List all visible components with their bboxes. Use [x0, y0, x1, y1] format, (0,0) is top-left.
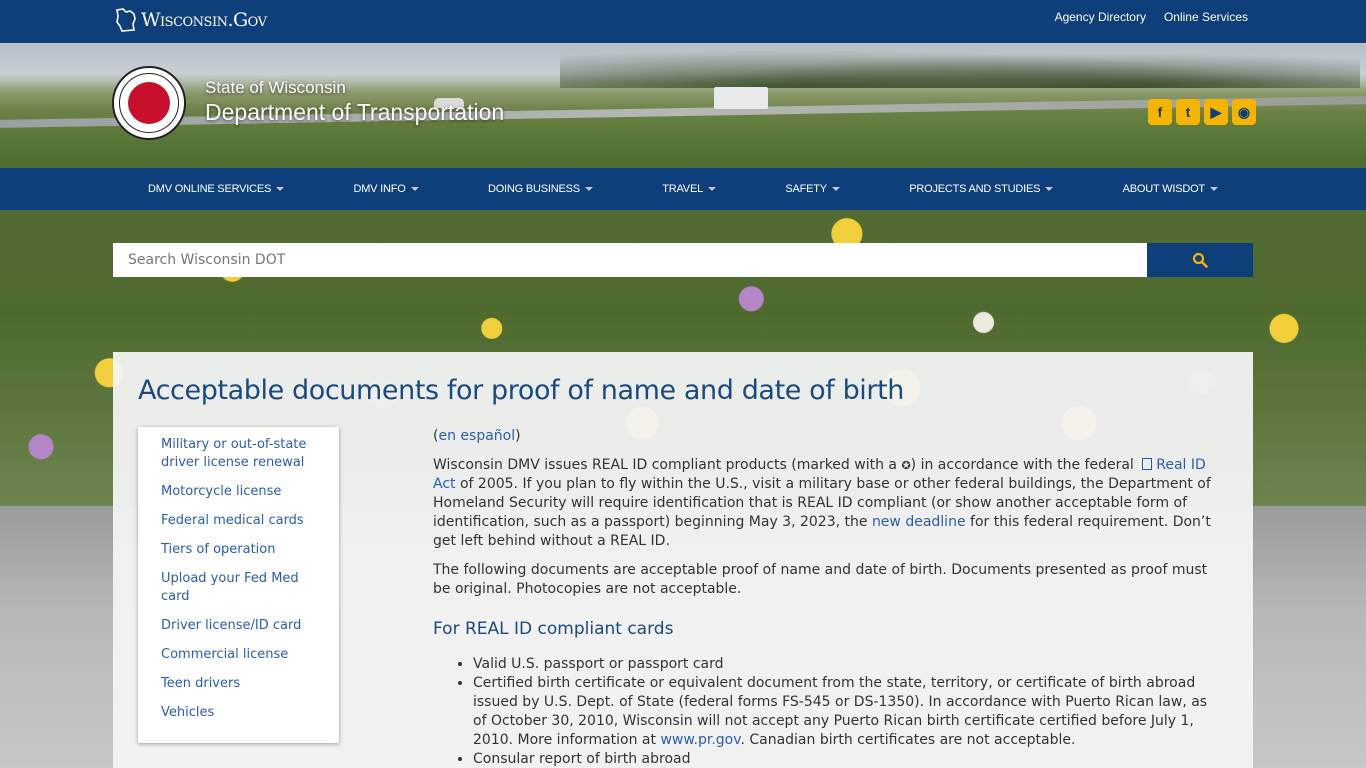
state-name: State of Wisconsin: [205, 78, 346, 97]
caret-down-icon: [410, 187, 419, 192]
nav-dmv-online-services[interactable]: DMV ONLINE SERVICES: [114, 168, 318, 210]
caret-down-icon: [1045, 187, 1054, 192]
content-panel: Acceptable documents for proof of name a…: [113, 352, 1253, 768]
main-nav: DMV ONLINE SERVICES DMV INFO DOING BUSIN…: [0, 168, 1366, 210]
sidenav-item-vehicles[interactable]: Vehicles: [161, 704, 321, 722]
sidenav-item-military-renewal[interactable]: Military or out-of-state driver license …: [161, 436, 321, 472]
caret-down-icon: [584, 187, 593, 192]
header-banner: State of Wisconsin Department of Transpo…: [0, 43, 1366, 168]
wisdot-seal-logo[interactable]: [112, 66, 186, 140]
social-links: f t ▶ ◉: [1148, 99, 1256, 125]
online-services-link[interactable]: Online Services: [1164, 10, 1248, 24]
search-button[interactable]: [1147, 243, 1253, 277]
sidenav-item-motorcycle-license[interactable]: Motorcycle license: [161, 483, 321, 501]
caret-down-icon: [1209, 187, 1218, 192]
banner-trees: [560, 43, 1360, 88]
search-icon: [1192, 252, 1208, 268]
pr-gov-link[interactable]: www.pr.gov: [660, 732, 740, 748]
page-title: Acceptable documents for proof of name a…: [138, 375, 905, 406]
department-name: Department of Transportation: [205, 99, 505, 125]
new-deadline-link[interactable]: new deadline: [872, 514, 966, 530]
nav-doing-business[interactable]: DOING BUSINESS: [454, 168, 627, 210]
real-id-star-icon: ✪: [901, 459, 911, 472]
facebook-icon[interactable]: f: [1148, 99, 1172, 125]
wisconsin-map-icon: [116, 8, 136, 32]
list-item: Consular report of birth abroad: [473, 750, 1225, 768]
nav-safety[interactable]: SAFETY: [751, 168, 874, 210]
top-bar: Wisconsin.Gov Agency Directory Online Se…: [0, 0, 1366, 43]
site-search: [113, 243, 1253, 277]
sidenav-item-upload-fed-med-card[interactable]: Upload your Fed Med card: [161, 570, 321, 606]
wisconsin-gov-logo[interactable]: Wisconsin.Gov: [114, 6, 267, 34]
main-article: (en español) Wisconsin DMV issues REAL I…: [433, 427, 1225, 768]
spanish-line: (en español): [433, 428, 521, 444]
wisconsin-gov-text: Wisconsin.Gov: [141, 9, 267, 31]
nav-about-wisdot[interactable]: ABOUT WISDOT: [1089, 168, 1252, 210]
section-heading-real-id: For REAL ID compliant cards: [433, 619, 674, 639]
agency-directory-link[interactable]: Agency Directory: [1055, 10, 1146, 24]
documents-paragraph: The following documents are acceptable p…: [433, 562, 1208, 597]
twitter-icon[interactable]: t: [1176, 99, 1200, 125]
intro-paragraph: Wisconsin DMV issues REAL ID compliant p…: [433, 457, 1211, 549]
youtube-icon[interactable]: ▶: [1204, 99, 1228, 125]
list-item: Valid U.S. passport or passport card: [473, 655, 1225, 674]
sidenav-item-federal-medical-cards[interactable]: Federal medical cards: [161, 512, 321, 530]
department-brand[interactable]: State of Wisconsin Department of Transpo…: [205, 78, 504, 126]
nav-dmv-info[interactable]: DMV INFO: [319, 168, 452, 210]
nav-projects-and-studies[interactable]: PROJECTS AND STUDIES: [875, 168, 1087, 210]
nav-travel[interactable]: TRAVEL: [628, 168, 750, 210]
pdf-icon: [1142, 458, 1153, 470]
sidenav-item-driver-license-id[interactable]: Driver license/ID card: [161, 617, 321, 635]
sidenav-item-commercial-license[interactable]: Commercial license: [161, 646, 321, 664]
side-nav: Military or out-of-state driver license …: [138, 427, 339, 743]
search-input[interactable]: [113, 243, 1147, 277]
spanish-link[interactable]: en español: [438, 428, 515, 444]
banner-truck: [714, 87, 768, 109]
caret-down-icon: [831, 187, 840, 192]
sidenav-item-teen-drivers[interactable]: Teen drivers: [161, 675, 321, 693]
documents-list: Valid U.S. passport or passport card Cer…: [473, 655, 1225, 768]
podcast-icon[interactable]: ◉: [1232, 99, 1256, 125]
caret-down-icon: [276, 187, 285, 192]
list-item: Certified birth certificate or equivalen…: [473, 674, 1225, 750]
caret-down-icon: [708, 187, 716, 192]
sidenav-item-tiers-of-operation[interactable]: Tiers of operation: [161, 541, 321, 559]
